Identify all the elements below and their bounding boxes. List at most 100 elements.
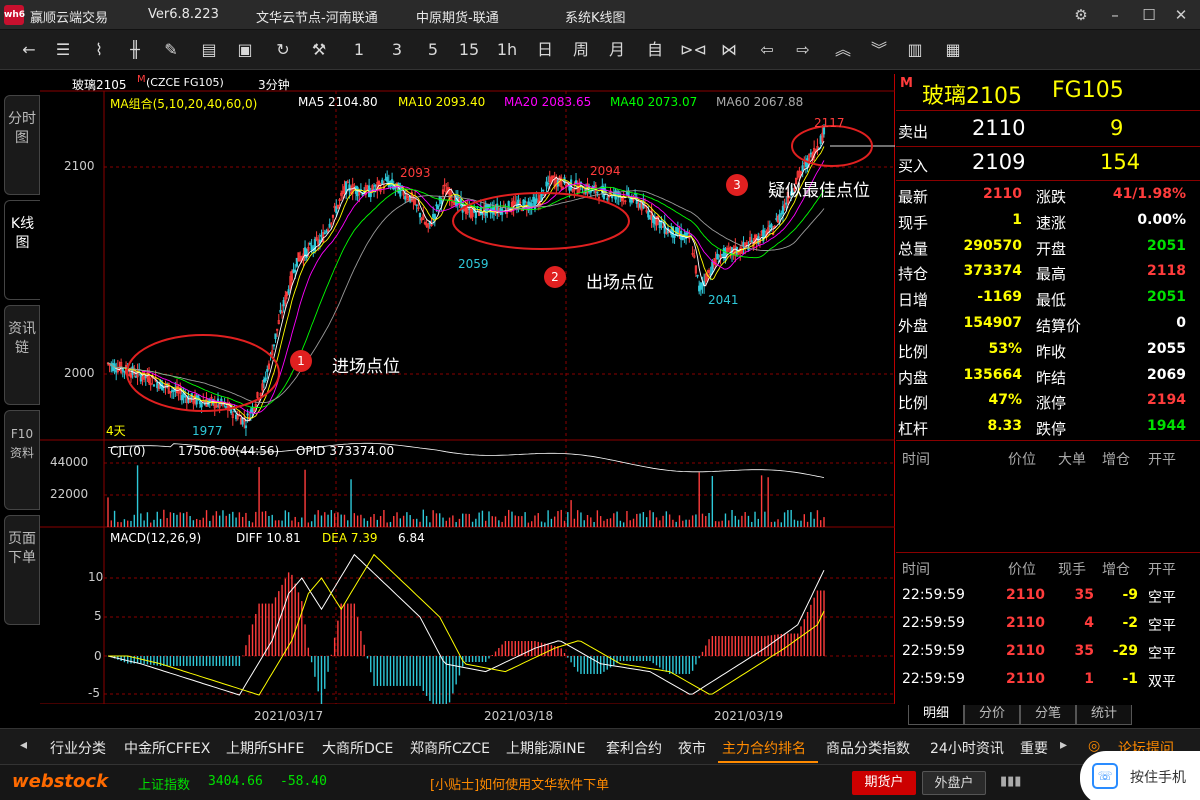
left-arrow-icon[interactable]: ⇦ bbox=[754, 38, 780, 62]
right-arrow-icon[interactable]: ⇨ bbox=[790, 38, 816, 62]
tab-f10[interactable]: F10资料 bbox=[4, 410, 40, 510]
quote-left-value: 2110 bbox=[983, 186, 1022, 202]
candle-body bbox=[294, 269, 297, 273]
tab-ine[interactable]: 上期能源INE bbox=[506, 738, 585, 758]
buy-row[interactable]: 买入 2109 154 bbox=[896, 148, 1200, 180]
phone-popup[interactable]: ☏ 按住手机 bbox=[1080, 751, 1200, 800]
quote-panel: M 玻璃2105 FG105 卖出 2110 9 买入 2109 154 最新 2… bbox=[896, 74, 1200, 704]
tab-detail[interactable]: 明细 bbox=[908, 705, 964, 725]
order-icon[interactable]: ▤ bbox=[196, 38, 222, 62]
refresh-icon[interactable]: ↻ bbox=[270, 38, 296, 62]
tabs-more-icon[interactable]: ▸ bbox=[1060, 737, 1067, 753]
tab-czce[interactable]: 郑商所CZCE bbox=[410, 738, 490, 758]
candle-body bbox=[542, 189, 545, 192]
tab-news[interactable]: 资讯链 bbox=[4, 305, 40, 405]
settings-icon[interactable]: ⚙ bbox=[1070, 4, 1092, 26]
quote-right-value: 41/1.98% bbox=[1112, 186, 1186, 202]
tick-row: 22:59:59 2110 35 -9 空平 bbox=[896, 582, 1200, 610]
period-month[interactable]: 月 bbox=[604, 38, 630, 62]
tab-industry[interactable]: 行业分类 bbox=[50, 738, 106, 758]
candle-icon[interactable]: ╫ bbox=[122, 38, 148, 62]
grid-icon[interactable]: ▦ bbox=[940, 38, 966, 62]
candle-body bbox=[647, 211, 650, 218]
down-icon[interactable]: ︾ bbox=[866, 38, 892, 62]
quote-right-label: 跌停 bbox=[1036, 420, 1067, 439]
tab-shfe[interactable]: 上期所SHFE bbox=[226, 738, 304, 758]
period-day[interactable]: 日 bbox=[532, 38, 558, 62]
tick-time: 22:59:59 bbox=[902, 587, 965, 603]
broker-name: 中原期货-联通 bbox=[416, 11, 499, 26]
candle-body bbox=[596, 191, 599, 194]
tab-important[interactable]: 重要 bbox=[1020, 738, 1048, 758]
layout-icon[interactable]: ▥ bbox=[902, 38, 928, 62]
tick-price: 2110 bbox=[1006, 671, 1045, 687]
futures-account-button[interactable]: 期货户 bbox=[852, 771, 916, 795]
tab-order-page[interactable]: 页面下单 bbox=[4, 515, 40, 625]
close-icon[interactable]: ✕ bbox=[1170, 4, 1192, 26]
tab-night[interactable]: 夜市 bbox=[678, 738, 706, 758]
macd-indicator[interactable]: MACD(12,26,9) bbox=[110, 531, 201, 545]
low-mark-2059: 2059 bbox=[458, 257, 489, 271]
period-1m[interactable]: 1 bbox=[346, 38, 372, 62]
tab-stats[interactable]: 统计 bbox=[1076, 705, 1132, 725]
candle-body bbox=[244, 425, 248, 429]
tab-kline[interactable]: K线图 bbox=[4, 200, 40, 300]
quote-left-label: 持仓 bbox=[898, 265, 929, 284]
candle-body bbox=[266, 368, 269, 372]
period-week[interactable]: 周 bbox=[568, 38, 594, 62]
back-icon[interactable]: ← bbox=[16, 38, 42, 62]
up-icon[interactable]: ︽ bbox=[830, 38, 856, 62]
draw-icon[interactable]: ✎ bbox=[158, 38, 184, 62]
tab-commodity-index[interactable]: 商品分类指数 bbox=[826, 738, 910, 758]
period-3m[interactable]: 3 bbox=[384, 38, 410, 62]
buy-label: 买入 bbox=[898, 157, 929, 175]
macd-tick-0: 0 bbox=[94, 649, 102, 663]
tab-price-dist[interactable]: 分价 bbox=[964, 705, 1020, 725]
tab-main-ranking[interactable]: 主力合约排名 bbox=[722, 738, 806, 758]
tab-arbitrage[interactable]: 套利合约 bbox=[606, 738, 662, 758]
candle-body bbox=[750, 240, 753, 243]
macd-dea: DEA 7.39 bbox=[322, 531, 378, 545]
period-15m[interactable]: 15 bbox=[456, 38, 482, 62]
macd-diff-line bbox=[107, 553, 825, 696]
candle-body bbox=[547, 182, 550, 185]
outer-account-button[interactable]: 外盘户 bbox=[922, 771, 986, 795]
kline-chart[interactable]: 玻璃2105 M (CZCE FG105) 3分钟 MA组合(5,10,20,4… bbox=[40, 74, 895, 723]
zoom-out-icon[interactable]: ⋈ bbox=[716, 38, 742, 62]
tool-icon[interactable]: ⚒ bbox=[306, 38, 332, 62]
quote-left-value: -1169 bbox=[977, 289, 1022, 306]
save-icon[interactable]: ▣ bbox=[232, 38, 258, 62]
tab-tick[interactable]: 分笔 bbox=[1020, 705, 1076, 725]
period-custom[interactable]: 自 bbox=[642, 38, 668, 62]
candle-body bbox=[323, 232, 326, 235]
tick-type: 空平 bbox=[1148, 618, 1176, 634]
maximize-icon[interactable]: ☐ bbox=[1138, 4, 1160, 26]
period-selector[interactable]: 3分钟 bbox=[258, 76, 290, 93]
list-icon[interactable]: ☰ bbox=[50, 38, 76, 62]
index-value: 3404.66 bbox=[208, 774, 263, 789]
quote-right-value: 1944 bbox=[1147, 418, 1186, 435]
status-grid-icon[interactable]: ▮▮▮ bbox=[1000, 774, 1021, 789]
tab-cffex[interactable]: 中金所CFFEX bbox=[124, 738, 210, 758]
menu-arrow-icon[interactable]: ◂ bbox=[20, 737, 27, 753]
tab-dce[interactable]: 大商所DCE bbox=[322, 738, 393, 758]
tick-header: 时间 价位 现手 增仓 开平 bbox=[896, 554, 1200, 582]
volume-indicator[interactable]: CJL(0) bbox=[110, 444, 146, 458]
period-1h[interactable]: 1h bbox=[494, 38, 520, 62]
period-5m[interactable]: 5 bbox=[420, 38, 446, 62]
left-tabs: 分时图 K线图 资讯链 F10资料 页面下单 bbox=[0, 95, 40, 640]
quote-right-value: 2051 bbox=[1147, 289, 1186, 306]
sell-row[interactable]: 卖出 2110 9 bbox=[896, 114, 1200, 146]
quote-right-value: 2194 bbox=[1147, 392, 1186, 409]
quote-right-value: 2118 bbox=[1147, 263, 1186, 280]
tab-24h-news[interactable]: 24小时资讯 bbox=[930, 738, 1004, 758]
quote-left-label: 最新 bbox=[898, 188, 929, 206]
zoom-in-icon[interactable]: ⊳⊲ bbox=[680, 38, 707, 62]
minimize-icon[interactable]: – bbox=[1104, 4, 1126, 26]
tab-timeshare[interactable]: 分时图 bbox=[4, 95, 40, 195]
tip-link[interactable]: [小贴士]如何使用文华软件下单 bbox=[430, 774, 609, 793]
ma-group[interactable]: MA组合(5,10,20,40,60,0) bbox=[110, 95, 257, 112]
index-change: -58.40 bbox=[280, 774, 327, 789]
window-title: 系统K线图 bbox=[565, 11, 626, 26]
line-chart-icon[interactable]: ⌇ bbox=[86, 38, 112, 62]
